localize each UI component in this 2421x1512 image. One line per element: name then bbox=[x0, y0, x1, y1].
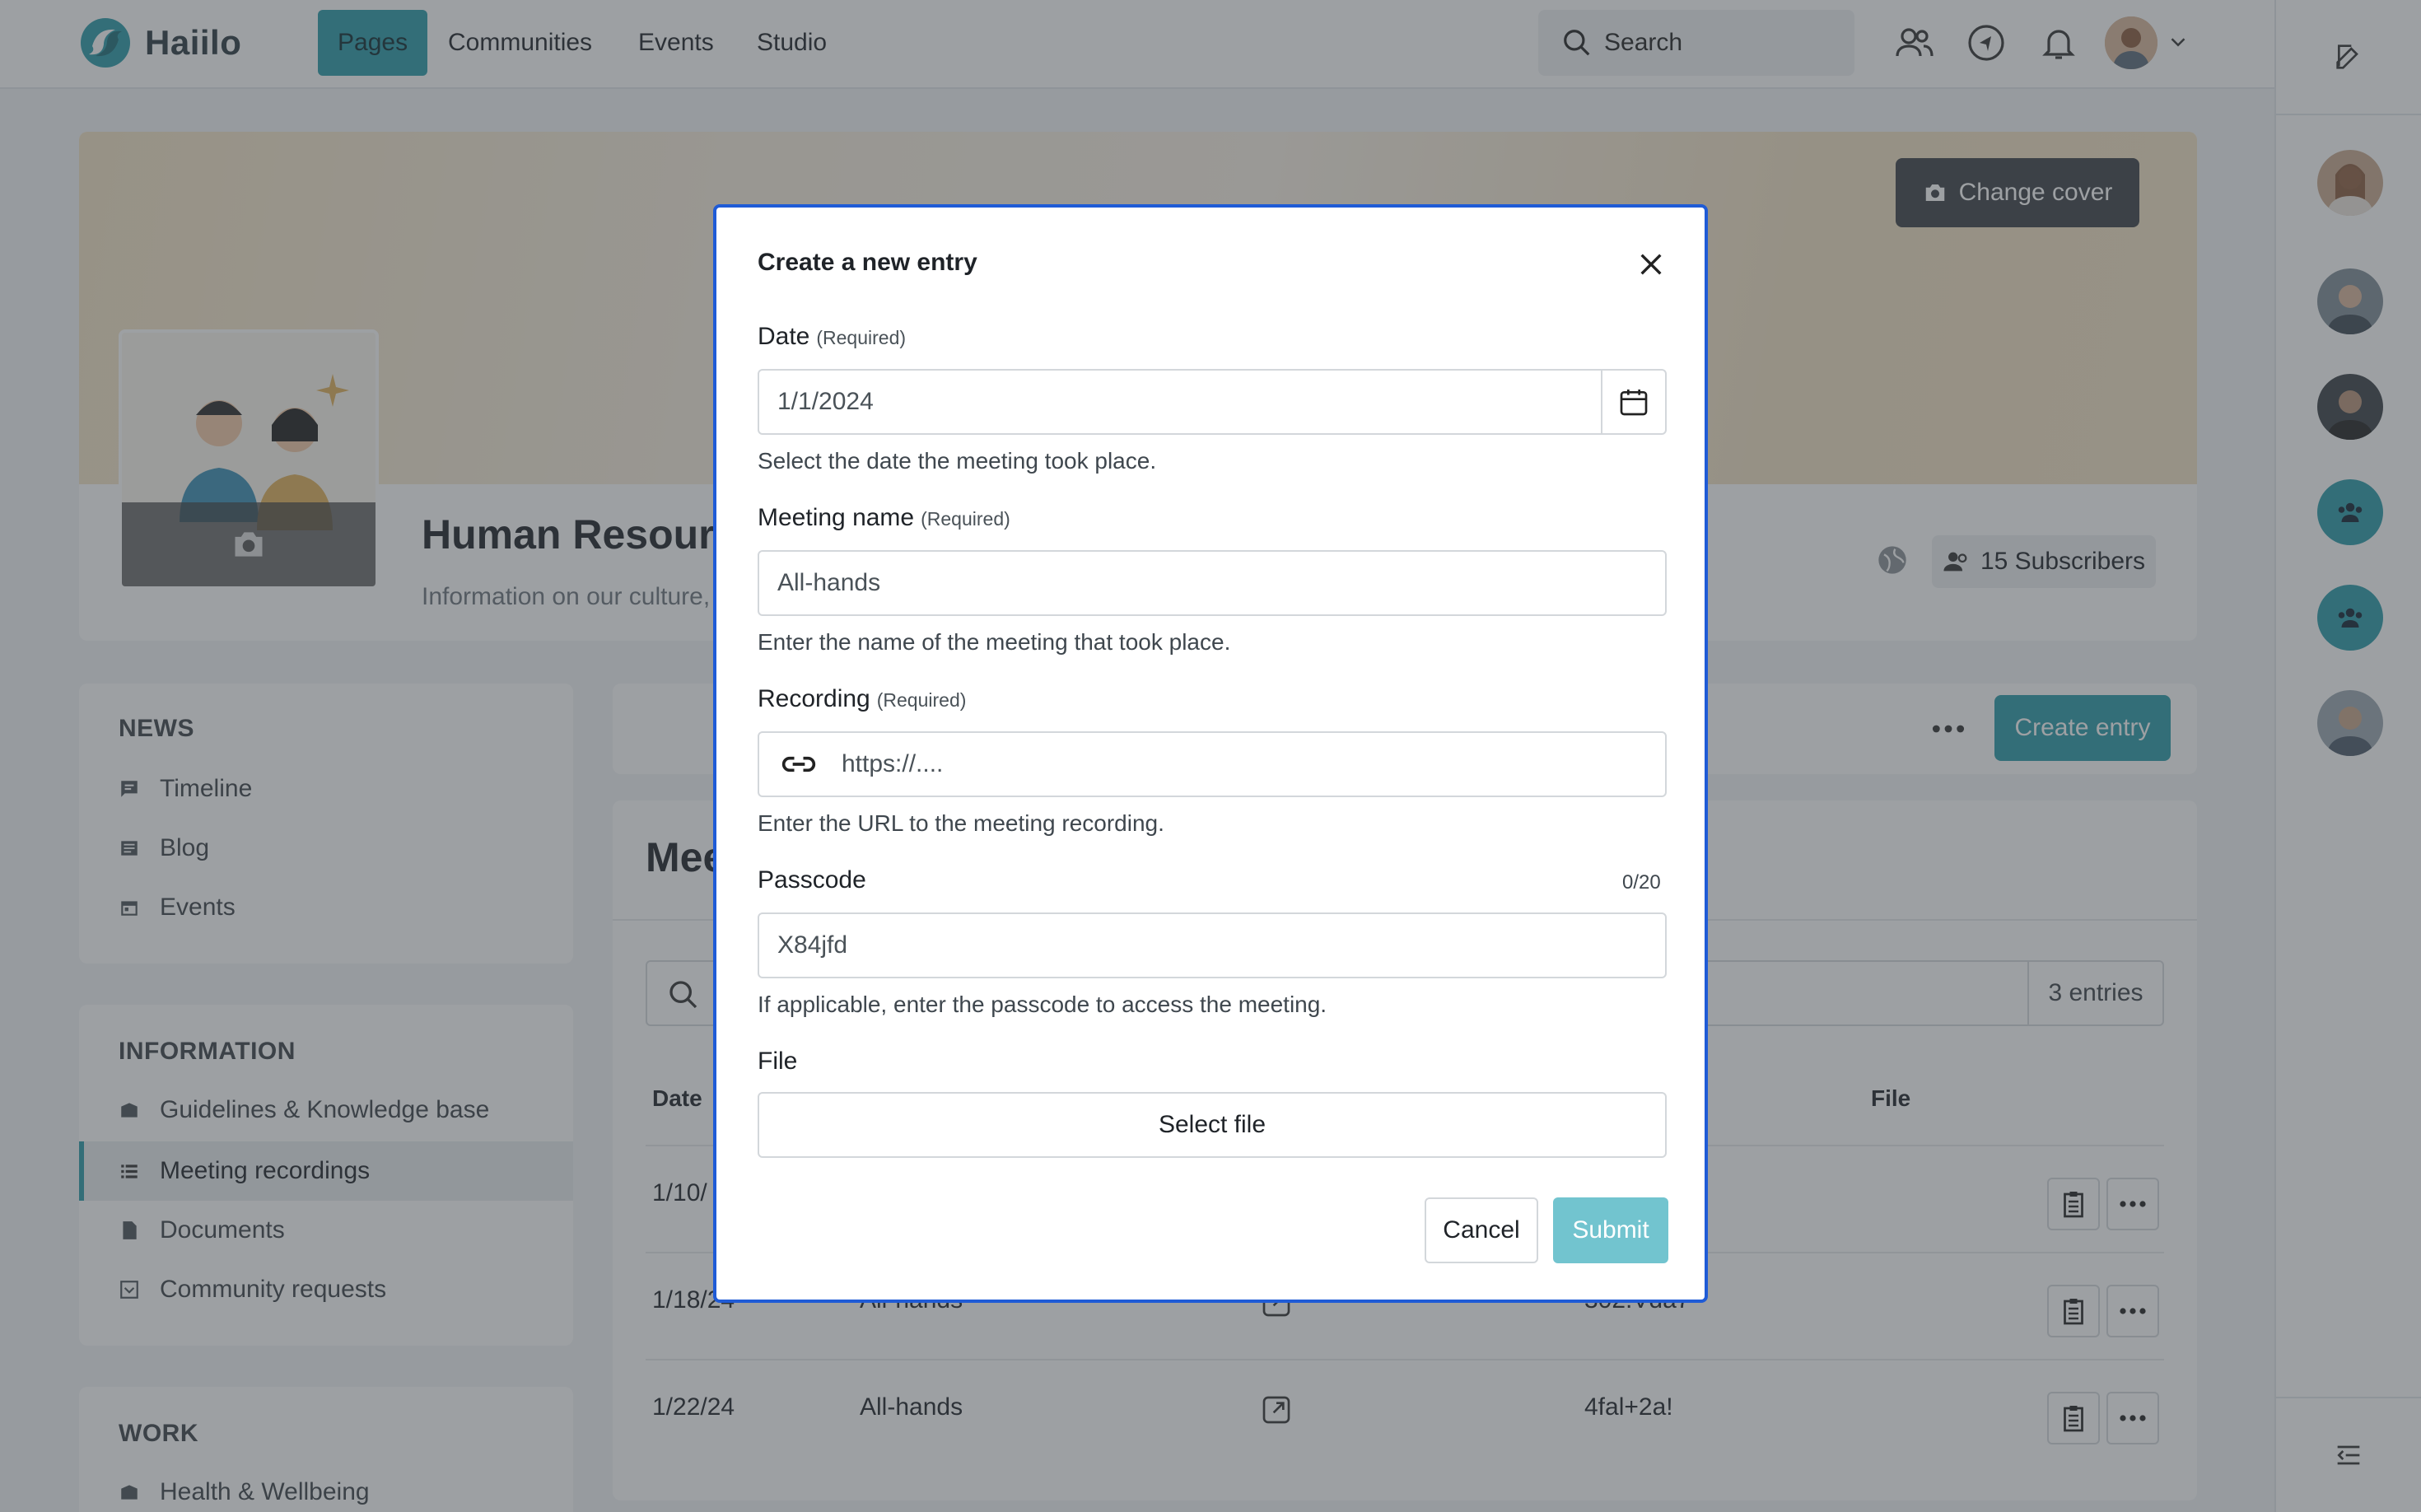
dialog-title: Create a new entry bbox=[758, 249, 977, 276]
passcode-char-counter: 0/20 bbox=[1622, 871, 1661, 894]
meeting-name-value: All-hands bbox=[777, 569, 881, 596]
recording-label-text: Recording bbox=[758, 685, 870, 712]
meeting-name-label: Meeting name (Required) bbox=[758, 504, 1010, 532]
passcode-label: Passcode bbox=[758, 866, 866, 894]
select-file-button[interactable]: Select file bbox=[758, 1092, 1667, 1158]
date-label: Date (Required) bbox=[758, 323, 906, 351]
required-tag: (Required) bbox=[876, 689, 967, 711]
file-label: File bbox=[758, 1048, 798, 1075]
calendar-icon bbox=[1620, 390, 1648, 416]
date-picker-button[interactable] bbox=[1601, 371, 1665, 433]
meeting-name-label-text: Meeting name bbox=[758, 504, 915, 531]
date-label-text: Date bbox=[758, 323, 810, 350]
required-tag: (Required) bbox=[921, 508, 1010, 530]
date-field[interactable]: 1/1/2024 bbox=[758, 369, 1667, 435]
meeting-name-help: Enter the name of the meeting that took … bbox=[758, 629, 1231, 655]
required-tag: (Required) bbox=[816, 327, 907, 348]
close-icon[interactable] bbox=[1637, 250, 1665, 278]
passcode-help: If applicable, enter the passcode to acc… bbox=[758, 992, 1327, 1017]
recording-url-field[interactable]: https://.... bbox=[758, 731, 1667, 797]
recording-help: Enter the URL to the meeting recording. bbox=[758, 810, 1164, 836]
submit-button[interactable]: Submit bbox=[1553, 1197, 1668, 1263]
meeting-name-field[interactable]: All-hands bbox=[758, 550, 1667, 616]
create-entry-dialog: Create a new entry Date (Required) 1/1/20… bbox=[713, 204, 1708, 1303]
passcode-placeholder: X84jfd bbox=[777, 931, 848, 959]
cancel-button[interactable]: Cancel bbox=[1425, 1197, 1538, 1263]
recording-placeholder: https://.... bbox=[842, 750, 944, 777]
passcode-field[interactable]: X84jfd bbox=[758, 912, 1667, 978]
date-help: Select the date the meeting took place. bbox=[758, 448, 1157, 474]
link-icon bbox=[781, 756, 816, 772]
recording-label: Recording (Required) bbox=[758, 685, 966, 713]
date-value: 1/1/2024 bbox=[777, 388, 874, 415]
